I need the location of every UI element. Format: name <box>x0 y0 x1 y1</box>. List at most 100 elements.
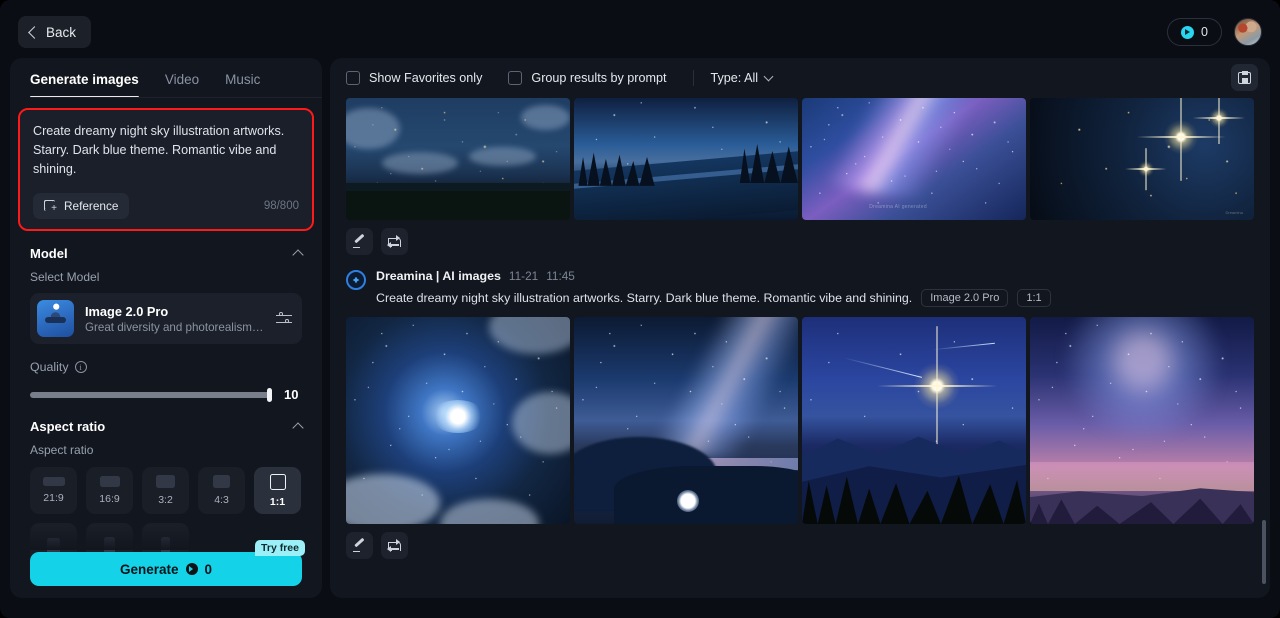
ratio-shape <box>269 473 286 490</box>
prompt-input[interactable]: Create dreamy night sky illustration art… <box>20 110 312 230</box>
save-to-folder-button[interactable] <box>1231 64 1258 91</box>
model-section: Model Select Model Image 2.0 Pro Great d… <box>10 246 322 571</box>
tab-generate-images[interactable]: Generate images <box>30 72 139 98</box>
ratio-label: 3:2 <box>158 494 173 507</box>
aspect-ratio-16-9[interactable]: 16:9 <box>86 467 133 515</box>
edit-button[interactable] <box>346 532 373 559</box>
pencil-icon <box>353 235 366 249</box>
result-row-bottom <box>330 317 1270 524</box>
sliders-icon[interactable] <box>276 312 292 326</box>
result-image-tile[interactable] <box>346 317 570 524</box>
regenerate-button[interactable] <box>381 228 408 255</box>
result-image-tile[interactable] <box>802 317 1026 524</box>
quality-label: Quality <box>30 360 69 375</box>
refresh-icon <box>387 539 401 552</box>
select-model-label: Select Model <box>30 270 100 285</box>
chevron-up-icon <box>292 422 304 435</box>
group-results-checkbox[interactable]: Group results by prompt <box>508 71 667 85</box>
credit-coin-icon <box>185 563 198 575</box>
generate-button[interactable]: Generate 0 <box>30 552 302 586</box>
result-source: Dreamina | AI images <box>376 269 501 283</box>
tab-label: Video <box>164 72 200 87</box>
edit-button[interactable] <box>346 228 373 255</box>
model-selector[interactable]: Image 2.0 Pro Great diversity and photor… <box>30 293 302 345</box>
result-time: 11:45 <box>546 269 575 283</box>
generate-area: Generate 0 Try free <box>30 540 305 586</box>
aspect-ratio-4-3[interactable]: 4:3 <box>198 467 245 515</box>
generated-image <box>346 98 570 220</box>
result-date: 11-21 <box>508 269 539 283</box>
ratio-label: 1:1 <box>269 495 286 508</box>
results-panel: Show Favorites only Group results by pro… <box>330 58 1270 598</box>
show-favorites-checkbox[interactable]: Show Favorites only <box>346 71 482 85</box>
generated-image <box>574 317 798 524</box>
tab-bar: Generate images Video Music <box>10 58 322 98</box>
aspect-section-header[interactable]: Aspect ratio <box>30 419 304 435</box>
ratio-chip: 1:1 <box>1017 289 1051 307</box>
avatar[interactable] <box>1234 18 1262 46</box>
results-toolbar: Show Favorites only Group results by pro… <box>330 58 1270 98</box>
model-thumbnail <box>37 300 74 338</box>
result-image-tile[interactable]: Dreamina <box>1030 98 1254 220</box>
aspect-ratio-label: Aspect ratio <box>30 443 94 458</box>
model-chip: Image 2.0 Pro <box>921 289 1009 307</box>
app-window: Back 0 Generate images Video Music Creat… <box>0 0 1280 618</box>
result-prompt-line: Create dreamy night sky illustration art… <box>376 289 1254 307</box>
tab-label: Music <box>225 72 261 87</box>
credit-coin-icon <box>1181 25 1195 39</box>
ratio-shape <box>99 476 120 488</box>
ratio-shape <box>42 477 65 487</box>
results-scroll-area[interactable]: Dreamina AI generated Dreamina Dreamina … <box>330 98 1270 598</box>
model-description: Great diversity and photorealism. Of... <box>85 320 265 334</box>
show-favorites-label: Show Favorites only <box>369 71 483 85</box>
aspect-ratio-21-9[interactable]: 21:9 <box>30 467 77 515</box>
ratio-label: 21:9 <box>43 492 64 505</box>
quality-slider[interactable] <box>30 387 272 402</box>
reference-button[interactable]: + Reference <box>33 193 130 220</box>
type-filter-label: Type: All <box>710 71 759 85</box>
result-image-tile[interactable] <box>574 317 798 524</box>
generated-image: Dreamina AI generated <box>802 98 1026 220</box>
tab-video[interactable]: Video <box>165 72 199 98</box>
prompt-text: Create dreamy night sky illustration art… <box>33 124 285 177</box>
aspect-ratio-3-2[interactable]: 3:2 <box>142 467 189 515</box>
reference-label: Reference <box>64 199 119 214</box>
result-source-line: Dreamina | AI images 11-21 11:45 <box>376 269 1254 283</box>
info-icon[interactable]: i <box>74 361 87 374</box>
result-image-tile[interactable] <box>574 98 798 220</box>
slider-thumb[interactable] <box>267 387 272 402</box>
top-bar-right: 0 <box>1167 18 1262 46</box>
quality-row: Quality i <box>30 360 302 374</box>
result-prompt: Create dreamy night sky illustration art… <box>376 291 913 305</box>
generated-image <box>346 317 570 524</box>
generated-image <box>802 317 1026 524</box>
tab-music[interactable]: Music <box>225 72 260 98</box>
aspect-ratio-1-1[interactable]: 1:1 <box>254 467 301 515</box>
image-watermark: Dreamina <box>1225 210 1243 216</box>
tab-divider <box>30 97 322 98</box>
generate-cost: 0 <box>204 561 213 577</box>
save-icon <box>1238 71 1251 84</box>
model-section-header[interactable]: Model <box>30 246 304 262</box>
chevron-left-icon <box>28 25 41 39</box>
generate-label: Generate <box>119 561 179 577</box>
quality-slider-row: 10 <box>30 387 302 402</box>
checkbox-icon <box>346 71 360 85</box>
result-image-tile[interactable] <box>1030 317 1254 524</box>
result-image-tile[interactable]: Dreamina AI generated <box>802 98 1026 220</box>
result-meta: Dreamina | AI images 11-21 11:45 Create … <box>376 269 1254 307</box>
vertical-scrollbar[interactable] <box>1262 520 1266 584</box>
credits-badge[interactable]: 0 <box>1167 18 1222 46</box>
prompt-area: Create dreamy night sky illustration art… <box>18 108 314 232</box>
ratio-shape <box>213 475 230 489</box>
model-section-title: Model <box>30 246 68 262</box>
back-button[interactable]: Back <box>18 16 92 48</box>
result-image-tile[interactable] <box>346 98 570 220</box>
refresh-icon <box>387 235 401 248</box>
type-filter-dropdown[interactable]: Type: All <box>710 71 774 85</box>
tab-label: Generate images <box>30 72 139 87</box>
left-sidebar: Generate images Video Music Create dream… <box>10 58 322 598</box>
pencil-icon <box>353 539 366 553</box>
regenerate-button[interactable] <box>381 532 408 559</box>
generated-image <box>1030 317 1254 524</box>
